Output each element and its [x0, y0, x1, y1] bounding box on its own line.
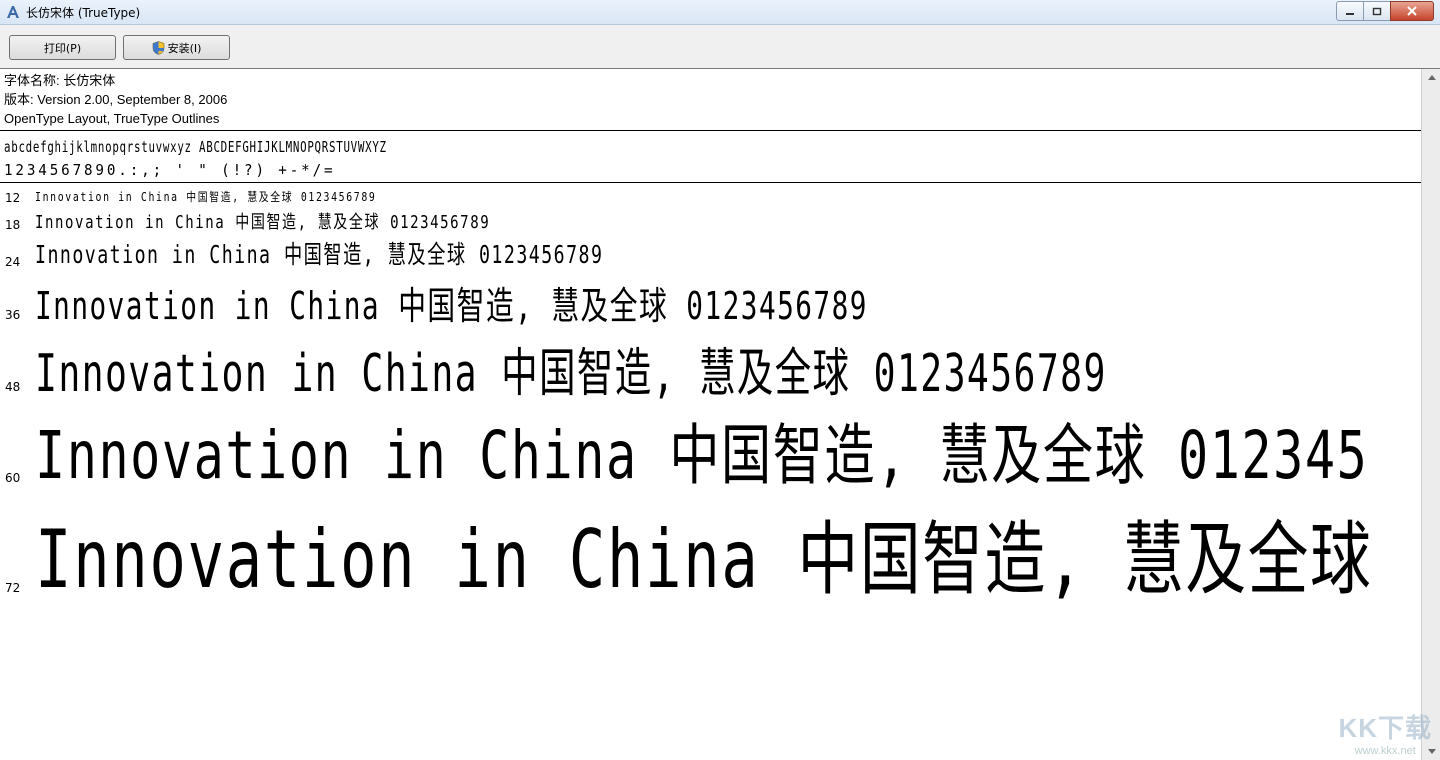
- print-button[interactable]: 打印(P): [9, 35, 116, 60]
- sample-60: Innovation in China 中国智造, 慧及全球 012345: [35, 417, 1369, 494]
- toolbar: 打印(P) 安装(I): [0, 25, 1440, 69]
- minimize-icon: [1346, 13, 1354, 15]
- sample-36: Innovation in China 中国智造, 慧及全球 012345678…: [35, 284, 868, 328]
- font-outline-type: OpenType Layout, TrueType Outlines: [4, 111, 220, 126]
- font-info: 字体名称: 长仿宋体 版本: Version 2.00, September 8…: [4, 71, 227, 128]
- window-title: 长仿宋体 (TrueType): [26, 6, 141, 20]
- window-controls: [1336, 1, 1434, 21]
- close-button[interactable]: [1390, 1, 1434, 21]
- size-label-72: 72: [5, 581, 21, 595]
- charset-symbols: 1234567890.:,; ' " (!?) +-*/=: [4, 161, 336, 179]
- restore-icon: [1372, 7, 1382, 16]
- vertical-scrollbar[interactable]: [1421, 69, 1440, 760]
- print-button-label: 打印(P): [43, 41, 82, 55]
- title-bar: 长仿宋体 (TrueType): [0, 0, 1440, 25]
- size-label-24: 24: [5, 255, 21, 269]
- font-file-icon: [7, 6, 19, 18]
- watermark-url: www.kkx.net: [1354, 745, 1416, 757]
- size-label-18: 18: [5, 218, 21, 232]
- install-button-label: 安装(I): [167, 41, 202, 55]
- arrow-up-icon: [1427, 75, 1436, 80]
- close-icon: [1407, 6, 1417, 16]
- size-label-12: 12: [5, 191, 21, 205]
- charset-letters: abcdefghijklmnopqrstuvwxyz ABCDEFGHIJKLM…: [4, 138, 387, 156]
- font-preview-area: 字体名称: 长仿宋体 版本: Version 2.00, September 8…: [0, 69, 1421, 760]
- size-label-48: 48: [5, 380, 21, 394]
- divider: [0, 130, 1421, 131]
- font-version: 版本: Version 2.00, September 8, 2006: [4, 92, 228, 107]
- size-label-36: 36: [5, 308, 21, 322]
- size-label-60: 60: [5, 471, 21, 485]
- font-name: 字体名称: 长仿宋体: [4, 73, 116, 88]
- sample-24: Innovation in China 中国智造, 慧及全球 012345678…: [35, 240, 604, 269]
- sample-18: Innovation in China 中国智造, 慧及全球 012345678…: [35, 212, 491, 233]
- divider: [0, 182, 1421, 183]
- sample-48: Innovation in China 中国智造, 慧及全球 012345678…: [35, 344, 1107, 404]
- watermark-logo: KK下载: [1338, 713, 1432, 743]
- minimize-button[interactable]: [1336, 1, 1364, 21]
- install-button[interactable]: 安装(I): [123, 35, 230, 60]
- sample-72: Innovation in China 中国智造, 慧及全球: [35, 513, 1373, 606]
- sample-12: Innovation in China 中国智造, 慧及全球 012345678…: [35, 190, 377, 204]
- maximize-button[interactable]: [1363, 1, 1391, 21]
- shield-icon: [152, 40, 164, 55]
- scroll-up-button[interactable]: [1422, 69, 1440, 86]
- watermark: KK下载 www.kkx.net: [1338, 708, 1432, 757]
